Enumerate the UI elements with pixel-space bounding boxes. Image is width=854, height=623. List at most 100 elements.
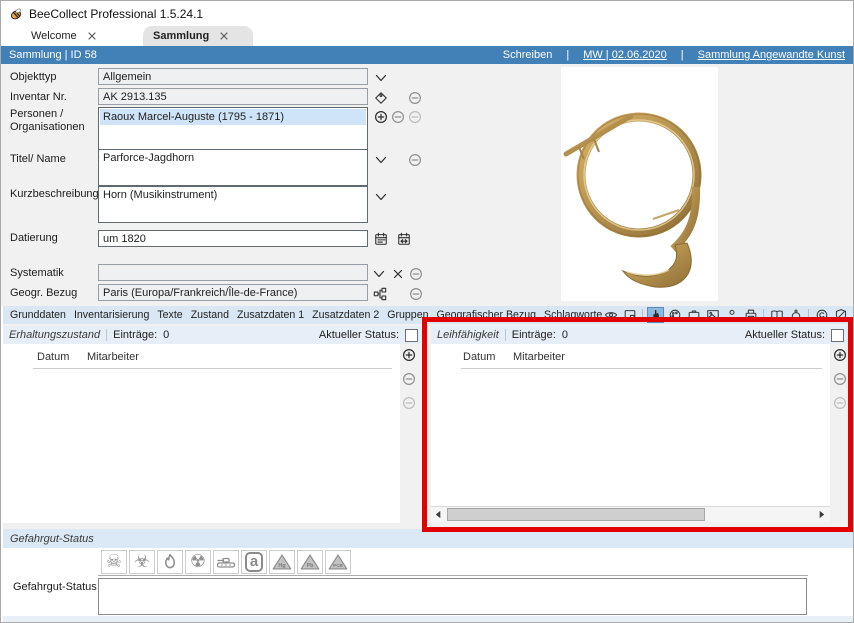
circle-minus-icon[interactable] (407, 152, 422, 167)
aktueller-status-checkbox[interactable] (831, 329, 844, 342)
record-title: Sammlung | ID 58 (9, 49, 97, 61)
gefahrgut-section-header: Gefahrgut-Status (3, 529, 853, 548)
printer-icon[interactable] (742, 307, 759, 323)
hazard-pcb-icon[interactable]: PCB (325, 550, 351, 574)
mode-label: Schreiben (503, 49, 553, 61)
chevron-down-icon[interactable] (371, 266, 386, 281)
circle-minus-icon[interactable] (407, 109, 422, 124)
datierung-input[interactable]: um 1820 (98, 230, 368, 247)
column-header-mitarbeiter[interactable]: Mitarbeiter (513, 351, 565, 363)
chevron-down-icon[interactable] (373, 70, 388, 85)
tab-zusatzdaten-2[interactable]: Zusatzdaten 2 (312, 309, 379, 321)
circle-minus-icon[interactable] (402, 372, 416, 389)
divider (505, 329, 506, 341)
tab-schlagworte[interactable]: Schlagworte (544, 309, 602, 321)
palette-icon[interactable] (666, 307, 683, 323)
column-header-mitarbeiter[interactable]: Mitarbeiter (87, 351, 139, 363)
erhaltungszustand-table[interactable]: Datum Mitarbeiter (3, 344, 400, 523)
horizontal-scrollbar[interactable] (431, 506, 830, 522)
tab-geografischer-bezug[interactable]: Geografischer Bezug (436, 309, 536, 321)
person-statue-icon[interactable] (723, 307, 740, 323)
close-icon[interactable] (219, 31, 229, 41)
circle-minus-icon[interactable] (408, 286, 423, 301)
header-separator: | (566, 49, 569, 61)
radioactive-glyph: ☢ (190, 551, 206, 573)
scroll-right-arrow[interactable] (814, 507, 829, 522)
hazard-toxic-skull-icon[interactable]: ☠ (101, 550, 127, 574)
hand-condition-icon[interactable] (647, 307, 664, 323)
chevron-down-icon[interactable] (373, 189, 388, 204)
tab-welcome[interactable]: Welcome (21, 26, 141, 46)
circle-minus-icon[interactable] (408, 266, 423, 281)
scroll-left-arrow[interactable] (431, 507, 446, 522)
media-frame-icon[interactable] (621, 307, 638, 323)
titel-name-input[interactable]: Parforce-Jagdhorn (98, 149, 368, 186)
tab-gruppen[interactable]: Gruppen (387, 309, 428, 321)
personen-label: Personen / Organisationen (10, 108, 94, 134)
tab-inventarisierung[interactable]: Inventarisierung (74, 309, 149, 321)
leihfaehigkeit-table[interactable]: Datum Mitarbeiter (431, 344, 830, 506)
user-date-link[interactable]: MW | 02.06.2020 (583, 49, 667, 61)
column-header-datum[interactable]: Datum (37, 351, 69, 363)
tab-grunddaten[interactable]: Grunddaten (10, 309, 66, 321)
circle-plus-icon[interactable] (402, 348, 416, 365)
tab-sammlung[interactable]: Sammlung (143, 26, 253, 46)
hazard-biohazard-icon[interactable]: ☣ (129, 550, 155, 574)
tab-texte[interactable]: Texte (157, 309, 182, 321)
gefahrgut-status-textarea[interactable] (98, 578, 807, 615)
circle-minus-icon[interactable] (402, 396, 416, 413)
circle-plus-icon[interactable] (833, 348, 847, 365)
copyright-icon[interactable] (813, 307, 830, 323)
geogr-bezug-input[interactable]: Paris (Europa/Frankreich/Île-de-France) (98, 284, 368, 301)
hazard-icon-row: ☠ ☣ ☢ a Hg Pb PCB (101, 550, 351, 574)
app-logo-bee-icon (9, 7, 23, 21)
calendar-icon[interactable] (373, 231, 388, 246)
circle-minus-icon[interactable] (407, 90, 422, 105)
aktueller-status-checkbox[interactable] (405, 329, 418, 342)
chevron-down-icon[interactable] (373, 152, 388, 167)
circle-minus-icon[interactable] (833, 396, 847, 413)
datierung-label: Datierung (10, 232, 94, 245)
orb-icon[interactable] (787, 307, 804, 323)
scrollbar-thumb[interactable] (447, 508, 705, 521)
object-photo[interactable] (561, 67, 718, 301)
leihfaehigkeit-header: Leihfähigkeit Einträge: 0 Aktueller Stat… (431, 326, 848, 344)
clear-x-icon[interactable] (390, 266, 405, 281)
window-title: BeeCollect Professional 1.5.24.1 (29, 7, 203, 21)
tab-zusatzdaten-1[interactable]: Zusatzdaten 1 (237, 309, 304, 321)
kurzbeschreibung-input[interactable]: Horn (Musikinstrument) (98, 186, 368, 223)
close-icon[interactable] (87, 31, 97, 41)
hazard-asbestos-a-icon[interactable]: a (241, 550, 267, 574)
systematik-input[interactable] (98, 264, 368, 281)
objekttyp-label: Objekttyp (10, 71, 94, 84)
eye-icon[interactable] (602, 307, 619, 323)
circle-minus-icon[interactable] (833, 372, 847, 389)
shield-icon[interactable] (832, 307, 849, 323)
circle-minus-icon[interactable] (390, 109, 405, 124)
book-icon[interactable] (768, 307, 785, 323)
collection-link[interactable]: Sammlung Angewandte Kunst (698, 49, 845, 61)
toolbar-separator (763, 309, 764, 322)
mercury-label: Hg (278, 563, 285, 569)
hazard-radioactive-icon[interactable]: ☢ (185, 550, 211, 574)
lead-label: Pb (307, 563, 315, 569)
hazard-mercury-icon[interactable]: Hg (269, 550, 295, 574)
inventar-nr-label: Inventar Nr. (10, 91, 94, 104)
circle-plus-icon[interactable] (373, 109, 388, 124)
hierarchy-icon[interactable] (372, 286, 387, 301)
tab-zustand[interactable]: Zustand (191, 309, 229, 321)
hazard-tank-icon[interactable] (213, 550, 239, 574)
window-titlebar: BeeCollect Professional 1.5.24.1 (1, 1, 853, 26)
record-header: Sammlung | ID 58 Schreiben | MW | 02.06.… (1, 46, 853, 64)
case-icon[interactable] (685, 307, 702, 323)
tag-icon[interactable] (373, 90, 388, 105)
hazard-flammable-icon[interactable] (157, 550, 183, 574)
image-caption-icon[interactable] (704, 307, 721, 323)
column-header-datum[interactable]: Datum (463, 351, 495, 363)
objekttyp-input[interactable]: Allgemein (98, 68, 368, 85)
hazard-lead-icon[interactable]: Pb (297, 550, 323, 574)
personen-list-item[interactable]: Raoux Marcel-Auguste (1795 - 1871) (100, 109, 366, 125)
calendar-range-icon[interactable] (396, 231, 411, 246)
inventar-nr-input[interactable]: AK 2913.135 (98, 88, 368, 105)
entries-count: 0 (562, 329, 568, 341)
